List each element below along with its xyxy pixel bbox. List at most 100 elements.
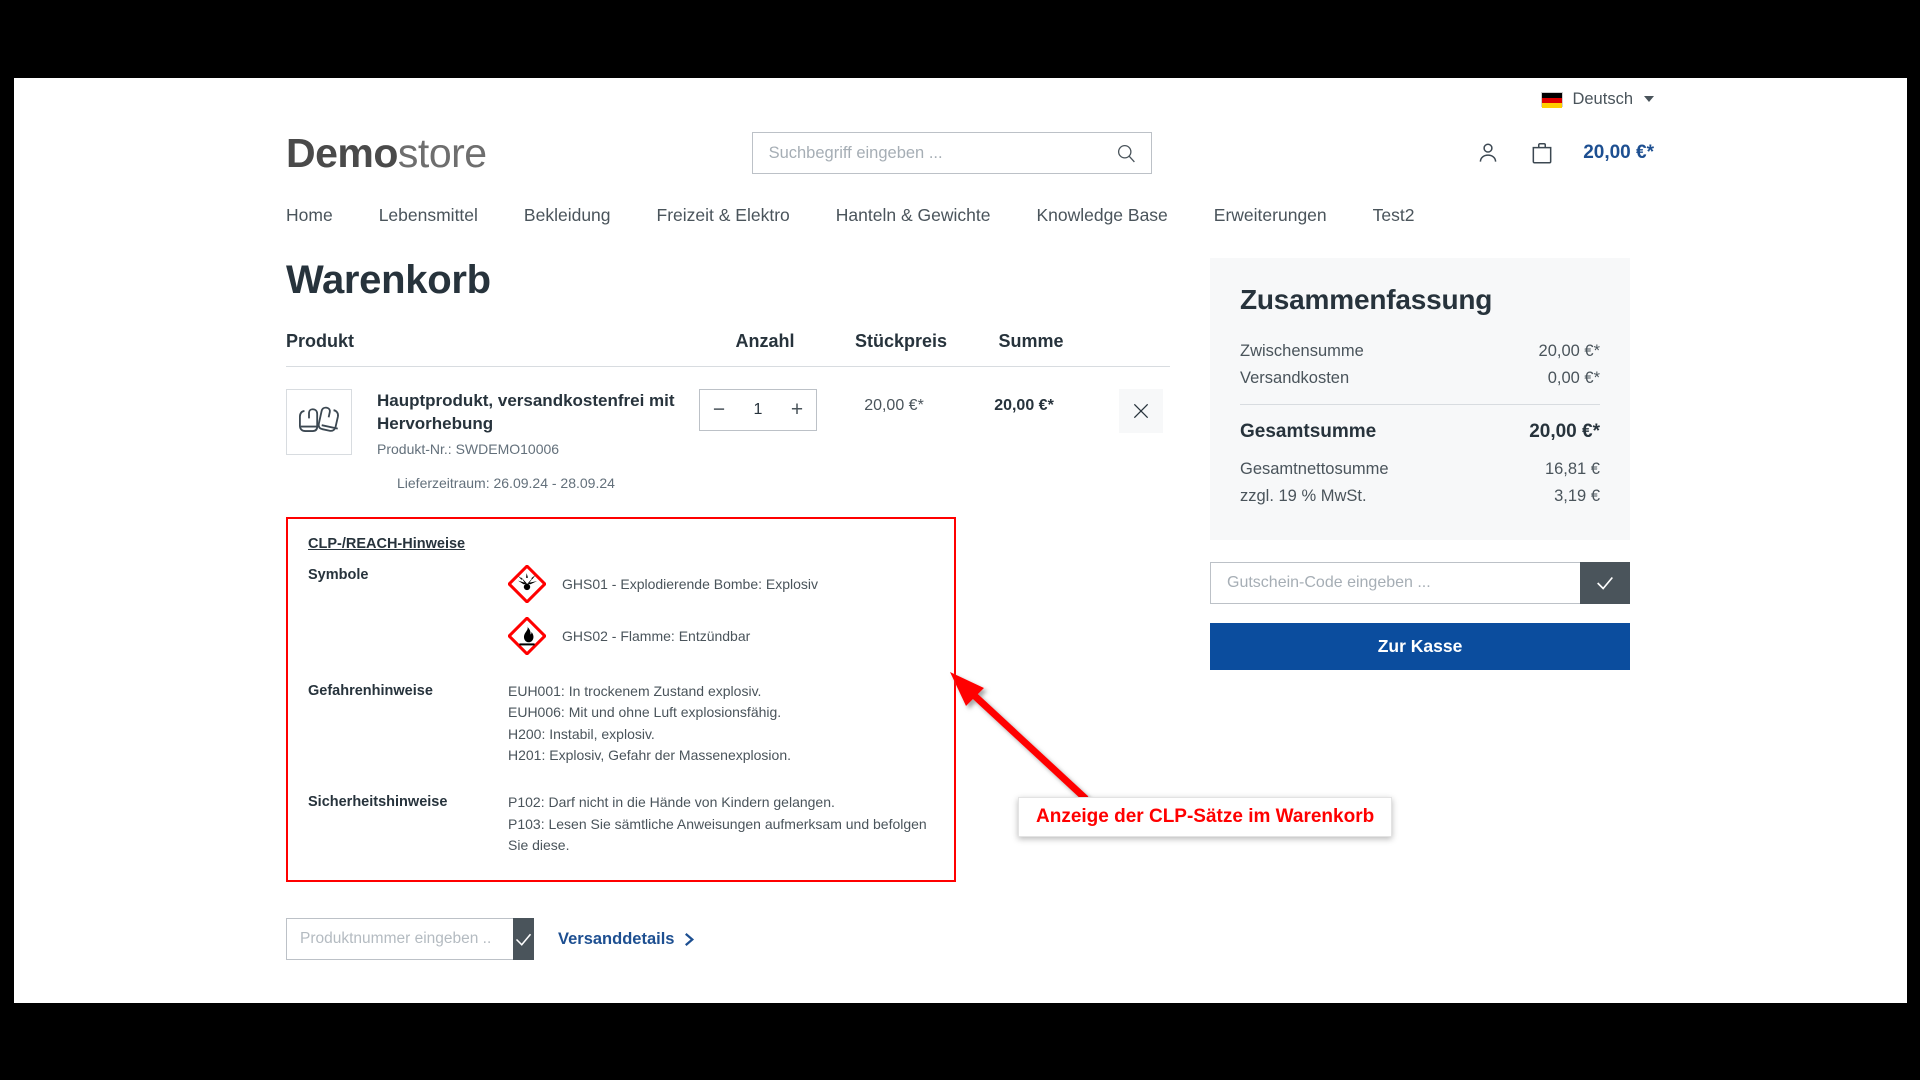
summary-line-subtotal: Zwischensumme 20,00 €* (1240, 338, 1600, 365)
summary-label: Zwischensumme (1240, 342, 1364, 360)
site-logo[interactable]: Demostore (286, 130, 487, 177)
line-unit-price: 20,00 €* (864, 397, 924, 414)
search-icon (1118, 144, 1135, 162)
summary-value: 3,19 € (1554, 487, 1600, 505)
add-product-number-button[interactable] (513, 918, 534, 961)
column-header-total: Summe (998, 331, 1064, 351)
hazard-statement: H201: Explosiv, Gefahr der Massenexplosi… (508, 747, 791, 764)
apply-voucher-button[interactable] (1580, 562, 1630, 604)
close-icon (1133, 403, 1149, 419)
shipping-details-link[interactable]: Versanddetails (558, 930, 696, 949)
quantity-stepper: − 1 + (687, 389, 829, 431)
clp-safety-row: Sicherheitshinweise P102: Darf nicht in … (308, 792, 934, 856)
main-navigation: Home Lebensmittel Bekleidung Freizeit & … (14, 186, 1907, 244)
clp-hazards-list: EUH001: In trockenem Zustand explosiv. E… (508, 681, 934, 766)
hazard-statement: H200: Instabil, explosiv. (508, 725, 655, 742)
column-header-quantity: Anzahl (735, 331, 795, 351)
nav-item-erweiterungen[interactable]: Erweiterungen (1214, 205, 1327, 226)
summary-line-vat: zzgl. 19 % MwSt. 3,19 € (1240, 483, 1600, 510)
product-thumbnail[interactable] (286, 389, 352, 455)
clp-symbols-row: Symbole GHS01 - Explodierende Bombe: Exp… (308, 565, 934, 656)
hazard-statement: EUH006: Mit und ohne Luft explosionsfähi… (508, 704, 782, 721)
line-total-price: 20,00 €* (994, 397, 1054, 414)
chevron-down-icon (1644, 96, 1654, 102)
remove-item-button[interactable] (1119, 389, 1163, 433)
nav-item-test2[interactable]: Test2 (1373, 205, 1415, 226)
language-selector[interactable]: Deutsch (1541, 90, 1654, 109)
summary-value: 0,00 €* (1547, 369, 1600, 387)
account-button[interactable] (1475, 140, 1501, 166)
clp-safety-list: P102: Darf nicht in die Hände von Kinder… (508, 792, 934, 856)
summary-divider (1240, 404, 1600, 405)
nav-item-home[interactable]: Home (286, 205, 333, 226)
order-summary-panel: Zusammenfassung Zwischensumme 20,00 €* V… (1210, 258, 1630, 540)
cart-bag-icon (1532, 143, 1552, 164)
cart-button[interactable] (1529, 140, 1555, 166)
summary-title: Zusammenfassung (1240, 284, 1493, 315)
hazard-statement: EUH001: In trockenem Zustand explosiv. (508, 683, 762, 700)
clp-hazards-row: Gefahrenhinweise EUH001: In trockenem Zu… (308, 681, 934, 766)
clp-symbols-list: GHS01 - Explodierende Bombe: Explosiv GH (508, 565, 934, 656)
column-header-unit-price: Stückpreis (854, 331, 948, 351)
voucher-form (1210, 562, 1630, 604)
cart-bottom-actions: Versanddetails (286, 918, 1170, 961)
ghs-symbol-item: GHS02 - Flamme: Entzündbar (508, 617, 934, 656)
quantity-increase-button[interactable]: + (778, 390, 816, 430)
language-label: Deutsch (1572, 89, 1633, 108)
nav-item-knowledge-base[interactable]: Knowledge Base (1036, 205, 1167, 226)
summary-line-shipping: Versandkosten 0,00 €* (1240, 365, 1600, 392)
summary-label: Gesamtnettosumme (1240, 460, 1389, 478)
summary-column: Zusammenfassung Zwischensumme 20,00 €* V… (1210, 258, 1630, 670)
safety-statement: P102: Darf nicht in die Hände von Kinder… (508, 794, 835, 811)
annotation-callout: Anzeige der CLP-Sätze im Warenkorb (1018, 797, 1393, 837)
cart-line-item: Hauptprodukt, versandkostenfrei mit Herv… (286, 367, 1170, 491)
clp-symbols-label: Symbole (308, 567, 369, 584)
logo-light-part: store (397, 129, 487, 176)
summary-line-net-total: Gesamtnettosumme 16,81 € (1240, 456, 1600, 483)
checkout-button[interactable]: Zur Kasse (1210, 623, 1630, 670)
chevron-right-icon (685, 932, 695, 946)
check-icon (515, 933, 532, 946)
nav-item-bekleidung[interactable]: Bekleidung (524, 205, 611, 226)
person-icon (1479, 143, 1497, 162)
column-header-product: Produkt (286, 331, 355, 351)
clp-safety-label: Sicherheitshinweise (308, 794, 448, 811)
nav-item-lebensmittel[interactable]: Lebensmittel (379, 205, 478, 226)
summary-value: 20,00 €* (1529, 421, 1600, 442)
cart-total-amount[interactable]: 20,00 €* (1583, 142, 1654, 164)
product-number-form (286, 918, 534, 961)
top-utility-bar: Deutsch (14, 78, 1907, 120)
summary-value: 20,00 €* (1538, 342, 1600, 360)
product-name[interactable]: Hauptprodukt, versandkostenfrei mit Herv… (377, 389, 687, 435)
ghs-exploding-bomb-icon (508, 565, 546, 604)
clp-hazards-label: Gefahrenhinweise (308, 683, 433, 700)
summary-value: 16,81 € (1544, 460, 1600, 478)
header-actions: 20,00 €* (1475, 140, 1654, 166)
summary-label: Gesamtsumme (1240, 421, 1377, 442)
product-number-input[interactable] (286, 918, 513, 961)
main-content: Warenkorb Produkt Anzahl Stückpreis Summ… (14, 258, 1907, 961)
search-box (751, 132, 1152, 174)
annotation-text: Anzeige der CLP-Sätze im Warenkorb (1036, 806, 1375, 827)
mittens-icon (299, 406, 339, 432)
safety-statement: P103: Lesen Sie sämtliche Anweisungen au… (508, 815, 927, 853)
voucher-code-input[interactable] (1210, 562, 1580, 604)
delivery-period: Lieferzeitraum: 26.09.24 - 28.09.24 (397, 475, 615, 492)
quantity-value[interactable]: 1 (738, 401, 778, 419)
nav-item-hanteln-gewichte[interactable]: Hanteln & Gewichte (836, 205, 991, 226)
quantity-decrease-button[interactable]: − (700, 390, 738, 430)
product-info: Hauptprodukt, versandkostenfrei mit Herv… (377, 389, 687, 491)
site-header: Demostore Suchbegriff eingeben ... 20,00… (14, 120, 1907, 186)
ghs-symbol-text: GHS02 - Flamme: Entzündbar (562, 628, 751, 645)
search-input[interactable] (752, 133, 1103, 173)
search-button[interactable] (1102, 133, 1151, 173)
product-number: Produkt-Nr.: SWDEMO10006 (377, 441, 560, 458)
shipping-details-label: Versanddetails (558, 929, 675, 948)
page-title: Warenkorb (286, 258, 491, 302)
nav-item-freizeit-elektro[interactable]: Freizeit & Elektro (657, 205, 790, 226)
clp-title: CLP-/REACH-Hinweise (308, 536, 466, 553)
summary-label: zzgl. 19 % MwSt. (1240, 487, 1367, 505)
cart-table-header: Produkt Anzahl Stückpreis Summe (286, 331, 1170, 367)
check-icon (1597, 576, 1613, 590)
summary-label: Versandkosten (1240, 369, 1350, 387)
